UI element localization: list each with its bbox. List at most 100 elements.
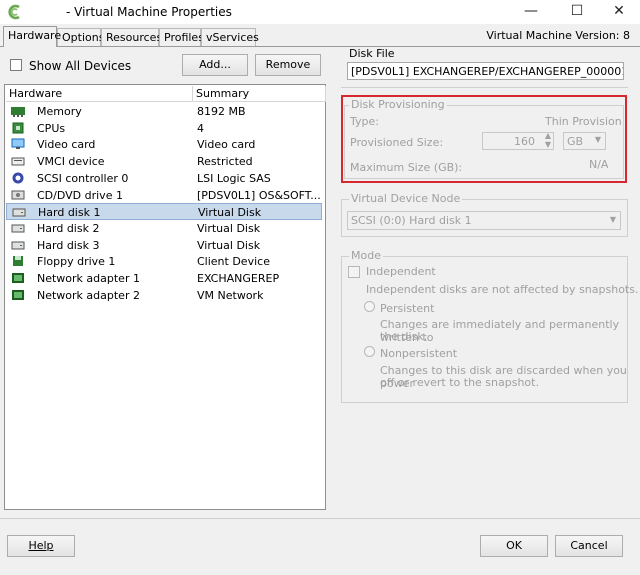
- device-summary: 4: [197, 121, 204, 135]
- vm-version-label: Virtual Machine Version: 8: [486, 29, 630, 42]
- network-icon: [12, 273, 24, 283]
- device-name: SCSI controller 0: [37, 171, 129, 185]
- type-label: Type:: [350, 115, 379, 128]
- close-button[interactable]: ✕: [596, 0, 640, 24]
- unit-value: GB: [567, 135, 584, 148]
- provisioned-size-label: Provisioned Size:: [350, 136, 444, 149]
- device-row[interactable]: Network adapter 2 VM Network: [6, 287, 322, 304]
- device-summary: Video card: [197, 138, 256, 152]
- device-summary: 8192 MB: [197, 105, 246, 118]
- device-row[interactable]: Video card Video card: [6, 136, 322, 153]
- device-name: Floppy drive 1: [37, 255, 116, 269]
- disk-file-field[interactable]: [PDSV0L1] EXCHANGEREP/EXCHANGEREP_000001…: [347, 62, 624, 80]
- provisioned-size-value: 160: [514, 135, 535, 148]
- memory-icon: [11, 107, 25, 117]
- unit-select[interactable]: GB ▼: [563, 132, 606, 150]
- device-name: Hard disk 3: [37, 238, 100, 252]
- tab-hardware[interactable]: Hardware: [3, 26, 61, 47]
- mode-label: Mode: [349, 249, 383, 262]
- nonpersistent-label: Nonpersistent: [380, 347, 458, 360]
- disk-icon: [11, 224, 25, 233]
- help-label: Help: [28, 539, 54, 552]
- disk-icon: [11, 241, 25, 250]
- device-name: Video card: [37, 138, 96, 152]
- device-row[interactable]: SCSI controller 0 LSI Logic SAS: [6, 170, 322, 187]
- device-summary: Virtual Disk: [198, 206, 262, 220]
- title-bar: - Virtual Machine Properties — ☐ ✕: [0, 0, 640, 24]
- window-title: - Virtual Machine Properties: [66, 5, 232, 19]
- remove-button[interactable]: Remove: [255, 54, 321, 76]
- device-summary: LSI Logic SAS: [197, 171, 271, 185]
- type-value: Thin Provision: [545, 115, 622, 128]
- provisioned-size-spinner[interactable]: 160 ▲ ▼: [482, 131, 554, 150]
- tab-options[interactable]: Options: [57, 28, 104, 46]
- max-size-label: Maximum Size (GB):: [350, 161, 463, 174]
- device-summary: Restricted: [197, 155, 253, 169]
- column-summary[interactable]: Summary: [193, 86, 326, 102]
- floppy-icon: [13, 256, 23, 267]
- device-row[interactable]: Hard disk 1 Virtual Disk: [6, 203, 322, 221]
- cd-icon: [11, 190, 25, 199]
- independent-description: Independent disks are not affected by sn…: [366, 283, 639, 296]
- device-summary: Client Device: [197, 255, 270, 269]
- help-button[interactable]: Help: [7, 535, 75, 557]
- virtual-device-node-label: Virtual Device Node: [349, 192, 463, 205]
- cancel-button[interactable]: Cancel: [555, 535, 623, 557]
- independent-label: Independent: [366, 265, 436, 278]
- device-name: VMCI device: [37, 155, 105, 169]
- hardware-list[interactable]: Hardware Summary Memory 8192 MB CPUs 4 Video…: [4, 84, 326, 510]
- persistent-label: Persistent: [380, 302, 435, 315]
- vsphere-app-icon: [8, 4, 20, 20]
- device-name: CD/DVD drive 1: [37, 188, 123, 202]
- add-button[interactable]: Add...: [182, 54, 248, 76]
- device-name: Network adapter 2: [37, 288, 140, 302]
- show-all-devices-checkbox[interactable]: [10, 59, 22, 71]
- device-name: Hard disk 2: [37, 221, 100, 235]
- persistent-radio[interactable]: [364, 301, 375, 312]
- device-name: CPUs: [37, 121, 66, 135]
- device-name: Memory: [37, 105, 82, 118]
- show-all-devices-label: Show All Devices: [29, 59, 132, 73]
- vmci-icon: [11, 157, 25, 166]
- device-row[interactable]: Hard disk 3 Virtual Disk: [6, 237, 322, 254]
- monitor-icon: [11, 138, 25, 150]
- device-summary: Virtual Disk: [197, 221, 261, 235]
- list-header: Hardware Summary: [6, 86, 326, 102]
- virtual-device-node-select[interactable]: SCSI (0:0) Hard disk 1 ▼: [347, 211, 621, 230]
- tab-profiles[interactable]: Profiles: [159, 28, 204, 46]
- device-name: Hard disk 1: [38, 206, 101, 220]
- device-row[interactable]: Hard disk 2 Virtual Disk: [6, 220, 322, 237]
- device-name: Network adapter 1: [37, 272, 140, 285]
- nonpersistent-description-line2: off or revert to the snapshot.: [380, 376, 539, 389]
- device-row[interactable]: Memory 8192 MB: [6, 103, 322, 120]
- nonpersistent-radio[interactable]: [364, 346, 375, 357]
- virtual-device-node-value: SCSI (0:0) Hard disk 1: [351, 214, 472, 227]
- device-summary: VM Network: [197, 288, 264, 302]
- spinner-arrows-icon[interactable]: ▲ ▼: [545, 131, 551, 149]
- cpu-icon: [12, 122, 24, 134]
- device-summary: EXCHANGEREP: [197, 272, 280, 285]
- disk-provisioning-label: Disk Provisioning: [349, 98, 447, 111]
- column-hardware[interactable]: Hardware: [6, 86, 193, 102]
- tab-resources[interactable]: Resources: [101, 28, 162, 46]
- device-row[interactable]: VMCI device Restricted: [6, 153, 322, 170]
- device-row[interactable]: Network adapter 1 EXCHANGEREP: [6, 270, 322, 287]
- minimize-button[interactable]: —: [508, 0, 554, 24]
- network-icon: [12, 289, 24, 300]
- chevron-down-icon: ▼: [609, 215, 616, 224]
- tab-vservices[interactable]: vServices: [201, 28, 259, 46]
- disk-icon: [12, 208, 26, 217]
- device-row[interactable]: CD/DVD drive 1 [PDSV0L1] OS&SOFT...: [6, 187, 322, 204]
- independent-checkbox[interactable]: [348, 266, 360, 278]
- maximize-button[interactable]: ☐: [554, 0, 600, 24]
- device-summary: [PDSV0L1] OS&SOFT...: [197, 188, 321, 202]
- tab-strip-line: [0, 46, 640, 47]
- ok-button[interactable]: OK: [480, 535, 548, 557]
- chevron-down-icon: ▼: [594, 135, 601, 144]
- scsi-icon: [12, 172, 24, 184]
- device-row[interactable]: CPUs 4: [6, 120, 322, 137]
- footer-divider: [0, 518, 640, 519]
- persistent-description-line2: the disk.: [380, 330, 428, 343]
- device-row[interactable]: Floppy drive 1 Client Device: [6, 253, 322, 270]
- max-size-value: N/A: [589, 158, 609, 171]
